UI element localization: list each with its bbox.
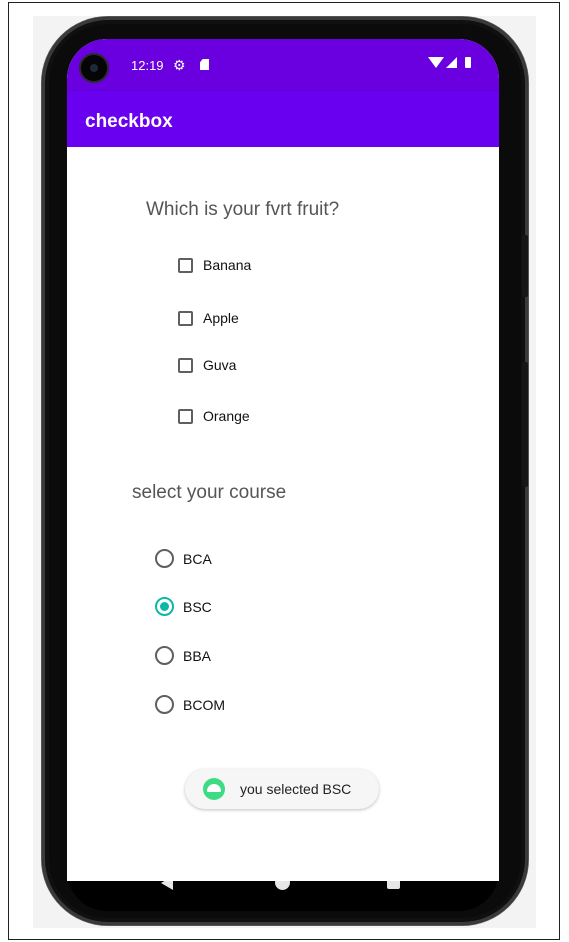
- main-content: Which is your fvrt fruit? Banana Apple G…: [67, 147, 499, 857]
- fruit-question: Which is your fvrt fruit?: [146, 199, 340, 220]
- radio-label: BBA: [183, 647, 212, 664]
- sd-card-icon: [200, 59, 209, 70]
- radio-bcom[interactable]: BCOM: [155, 695, 225, 714]
- checkbox-banana[interactable]: Banana: [178, 257, 251, 273]
- app-bar: checkbox: [67, 91, 499, 147]
- wifi-icon: [428, 57, 444, 68]
- status-bar: 12:19 ⚙: [67, 39, 499, 91]
- checkbox-box[interactable]: [178, 257, 193, 273]
- checkbox-box[interactable]: [178, 357, 193, 373]
- checkbox-label: Guva: [203, 357, 237, 373]
- volume-button[interactable]: [522, 362, 528, 487]
- radio-label: BCA: [183, 550, 212, 567]
- radio-bba[interactable]: BBA: [155, 646, 211, 665]
- radio-button[interactable]: [155, 695, 174, 714]
- status-icons: [428, 57, 471, 68]
- checkbox-label: Apple: [203, 310, 239, 326]
- front-camera: [81, 55, 107, 81]
- android-icon: [203, 778, 225, 800]
- course-title: select your course: [132, 482, 287, 503]
- settings-icon: ⚙: [173, 57, 186, 73]
- checkbox-label: Orange: [203, 408, 250, 424]
- toast-message: you selected BSC: [185, 769, 379, 809]
- app-title: checkbox: [85, 111, 173, 132]
- status-time: 12:19: [131, 58, 164, 73]
- checkbox-apple[interactable]: Apple: [178, 310, 239, 326]
- phone-screen: 12:19 ⚙ checkbox Which is your fvrt frui…: [67, 39, 499, 881]
- radio-bca[interactable]: BCA: [155, 549, 212, 568]
- radio-button[interactable]: [155, 549, 174, 568]
- radio-selected-dot: [160, 602, 169, 611]
- checkbox-label: Banana: [203, 257, 252, 273]
- radio-label: BCOM: [183, 696, 225, 713]
- signal-icon: [446, 57, 457, 68]
- checkbox-guva[interactable]: Guva: [178, 357, 236, 373]
- radio-label: BSC: [183, 598, 212, 615]
- battery-icon: [465, 57, 471, 68]
- power-button[interactable]: [522, 235, 528, 297]
- radio-button-selected[interactable]: [155, 597, 174, 616]
- checkbox-box[interactable]: [178, 408, 193, 424]
- radio-bsc[interactable]: BSC: [155, 597, 212, 616]
- toast-text: you selected BSC: [240, 781, 352, 797]
- checkbox-box[interactable]: [178, 310, 193, 326]
- checkbox-orange[interactable]: Orange: [178, 408, 250, 424]
- radio-button[interactable]: [155, 646, 174, 665]
